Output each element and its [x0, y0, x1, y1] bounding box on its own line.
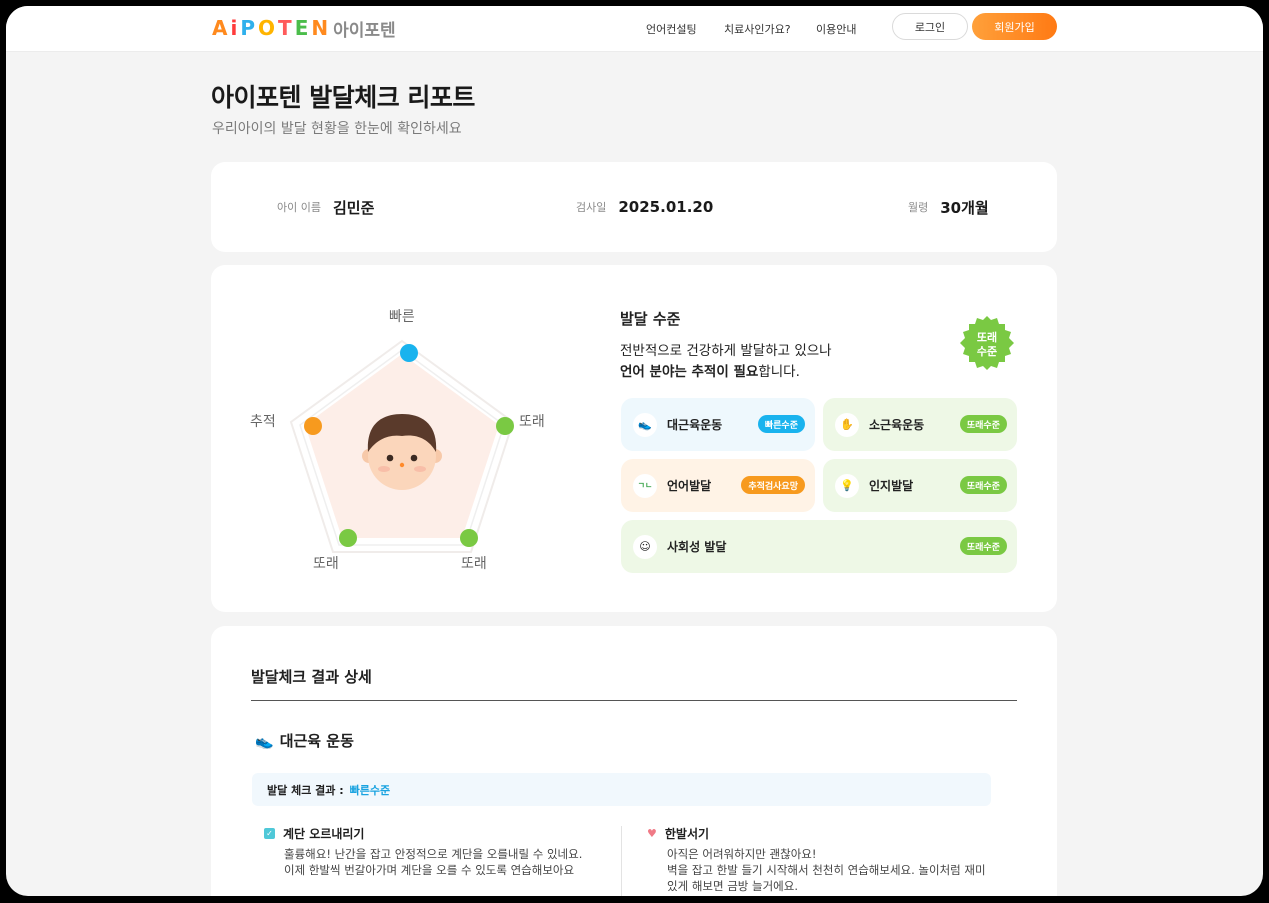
level-badge: 또래수준	[959, 476, 1007, 494]
category-tile-4[interactable]: ☺ 사회성 발달 또래수준	[621, 520, 1017, 573]
logo-letter: N	[311, 16, 329, 40]
radar-label-bottom-right: 또래	[461, 556, 487, 572]
radar-label-left: 추적	[250, 414, 276, 430]
item-one-leg-line2: 벽을 잡고 한발 들기 시작해서 천천히 연습해보세요. 놀이처럼 재미	[667, 863, 986, 877]
item-one-leg-description: 아직은 어려워하지만 괜찮아요! 벽을 잡고 한발 들기 시작해서 천천히 연습…	[667, 846, 986, 894]
logo-letter: O	[258, 16, 276, 40]
age-months-value: 30개월	[940, 198, 989, 217]
child-name-value: 김민준	[332, 198, 375, 217]
development-level-description: 전반적으로 건강하게 발달하고 있으나	[620, 343, 832, 359]
radar-point-fine-motor	[496, 417, 514, 435]
level-badge: 빠른수준	[757, 415, 805, 433]
item-stairs-title: 계단 오르내리기	[283, 827, 365, 841]
category-name: 사회성 발달	[667, 540, 727, 554]
logo-letter: T	[278, 16, 292, 40]
category-tile-0[interactable]: 👟 대근육운동 빠른수준	[621, 398, 815, 451]
seal-text-line2: 수준	[977, 345, 997, 358]
age-months-field: 월령 30개월	[908, 162, 989, 252]
sneaker-icon: 👟	[255, 731, 274, 750]
category-name: 소근육운동	[869, 418, 925, 432]
hand-icon: ✋	[835, 412, 859, 437]
check-icon: ✓	[264, 828, 275, 839]
smile-icon: ☺	[633, 534, 657, 559]
item-stairs-line2: 이제 한발씩 번갈아가며 계단을 오를 수 있도록 연습해보아요	[284, 863, 575, 877]
bulb-icon: 💡	[835, 473, 859, 498]
development-radar-chart	[289, 339, 515, 553]
item-one-leg-line3: 있게 해보면 금방 늘거에요.	[667, 879, 799, 893]
logo-korean-text: 아이포텐	[333, 20, 396, 41]
level-badge: 또래수준	[959, 537, 1007, 555]
category-name: 언어발달	[667, 479, 712, 493]
result-label: 발달 체크 결과 :	[267, 783, 344, 797]
heart-icon: ♥	[647, 827, 657, 840]
level-badge: 또래수준	[959, 415, 1007, 433]
category-tile-3[interactable]: 💡 인지발달 또래수준	[823, 459, 1017, 512]
radar-label-right: 또래	[519, 414, 545, 430]
category-name: 대근육운동	[667, 418, 723, 432]
page-title: 아이포텐 발달체크 리포트	[211, 83, 475, 112]
speech-icon: ㄱㄴ	[633, 473, 657, 498]
radar-point-language	[304, 417, 322, 435]
item-stairs-line1: 훌륭해요! 난간을 잡고 안정적으로 계단을 오를내릴 수 있네요.	[284, 847, 583, 861]
language-tracking-highlight: 언어 분야는 추적이 필요	[620, 364, 759, 380]
result-summary-box: 발달 체크 결과 : 빠른수준	[252, 773, 991, 806]
signup-button[interactable]: 회원가입	[972, 13, 1057, 40]
category-tile-2[interactable]: ㄱㄴ 언어발달 추적검사요망	[621, 459, 815, 512]
category-name: 인지발달	[869, 479, 914, 493]
item-stairs-description: 훌륭해요! 난간을 잡고 안정적으로 계단을 오를내릴 수 있네요. 이제 한발…	[284, 846, 582, 878]
items-divider	[621, 826, 622, 896]
child-name-label: 아이 이름	[277, 201, 321, 214]
top-navigation-bar: Ai P O T E N 아이포텐 언어컨설팅 치료사인가요? 이용안내 로그인 회원가입	[6, 6, 1263, 52]
age-months-label: 월령	[908, 201, 929, 214]
gross-motor-heading: 👟 대근육 운동	[255, 730, 354, 751]
seal-text-line1: 또래	[977, 330, 997, 344]
development-level-description-2: 언어 분야는 추적이 필요합니다.	[620, 360, 800, 380]
development-level-title: 발달 수준	[620, 310, 681, 328]
peer-level-seal-badge: 또래 수준	[960, 316, 1014, 370]
radar-point-cognitive	[460, 529, 478, 547]
detail-section-title: 발달체크 결과 상세	[251, 668, 372, 686]
item-one-leg-heading: ♥ 한발서기	[647, 825, 709, 842]
level-badge: 추적검사요망	[741, 476, 805, 494]
child-info-card: 아이 이름 김민준 검사일 2025.01.20 월령 30개월	[211, 162, 1057, 252]
logo-letter: A	[212, 16, 228, 40]
app-window: Ai P O T E N 아이포텐 언어컨설팅 치료사인가요? 이용안내 로그인 회원가입 …	[6, 6, 1263, 896]
result-value: 빠른수준	[349, 783, 391, 797]
logo-letter: P	[240, 16, 256, 40]
item-stairs-heading: ✓ 계단 오르내리기	[264, 825, 364, 842]
category-tile-1[interactable]: ✋ 소근육운동 또래수준	[823, 398, 1017, 451]
page-subtitle: 우리아이의 발달 현황을 한눈에 확인하세요	[212, 121, 462, 137]
test-date-label: 검사일	[576, 201, 607, 214]
nav-are-you-therapist[interactable]: 치료사인가요?	[724, 6, 791, 52]
radar-label-bottom-left: 또래	[313, 556, 339, 572]
category-title: 대근육 운동	[279, 732, 354, 750]
section-divider	[251, 700, 1017, 701]
nav-language-consulting[interactable]: 언어컨설팅	[646, 6, 697, 52]
logo-letter: E	[294, 16, 309, 40]
login-button[interactable]: 로그인	[892, 13, 968, 40]
nav-usage-guide[interactable]: 이용안내	[816, 6, 856, 52]
radar-point-social	[339, 529, 357, 547]
child-name-field: 아이 이름 김민준	[277, 162, 374, 252]
test-date-value: 2025.01.20	[618, 198, 714, 216]
description-suffix: 합니다.	[758, 364, 800, 380]
radar-label-top: 빠른	[389, 309, 415, 325]
item-one-leg-title: 한발서기	[664, 827, 710, 841]
sneaker-icon: 👟	[633, 412, 657, 437]
item-one-leg-line1: 아직은 어려워하지만 괜찮아요!	[667, 847, 817, 861]
logo-letter: i	[230, 16, 238, 40]
aipoten-logo[interactable]: Ai P O T E N 아이포텐	[212, 16, 396, 41]
test-date-field: 검사일 2025.01.20	[576, 162, 713, 252]
radar-point-gross-motor	[400, 344, 418, 362]
